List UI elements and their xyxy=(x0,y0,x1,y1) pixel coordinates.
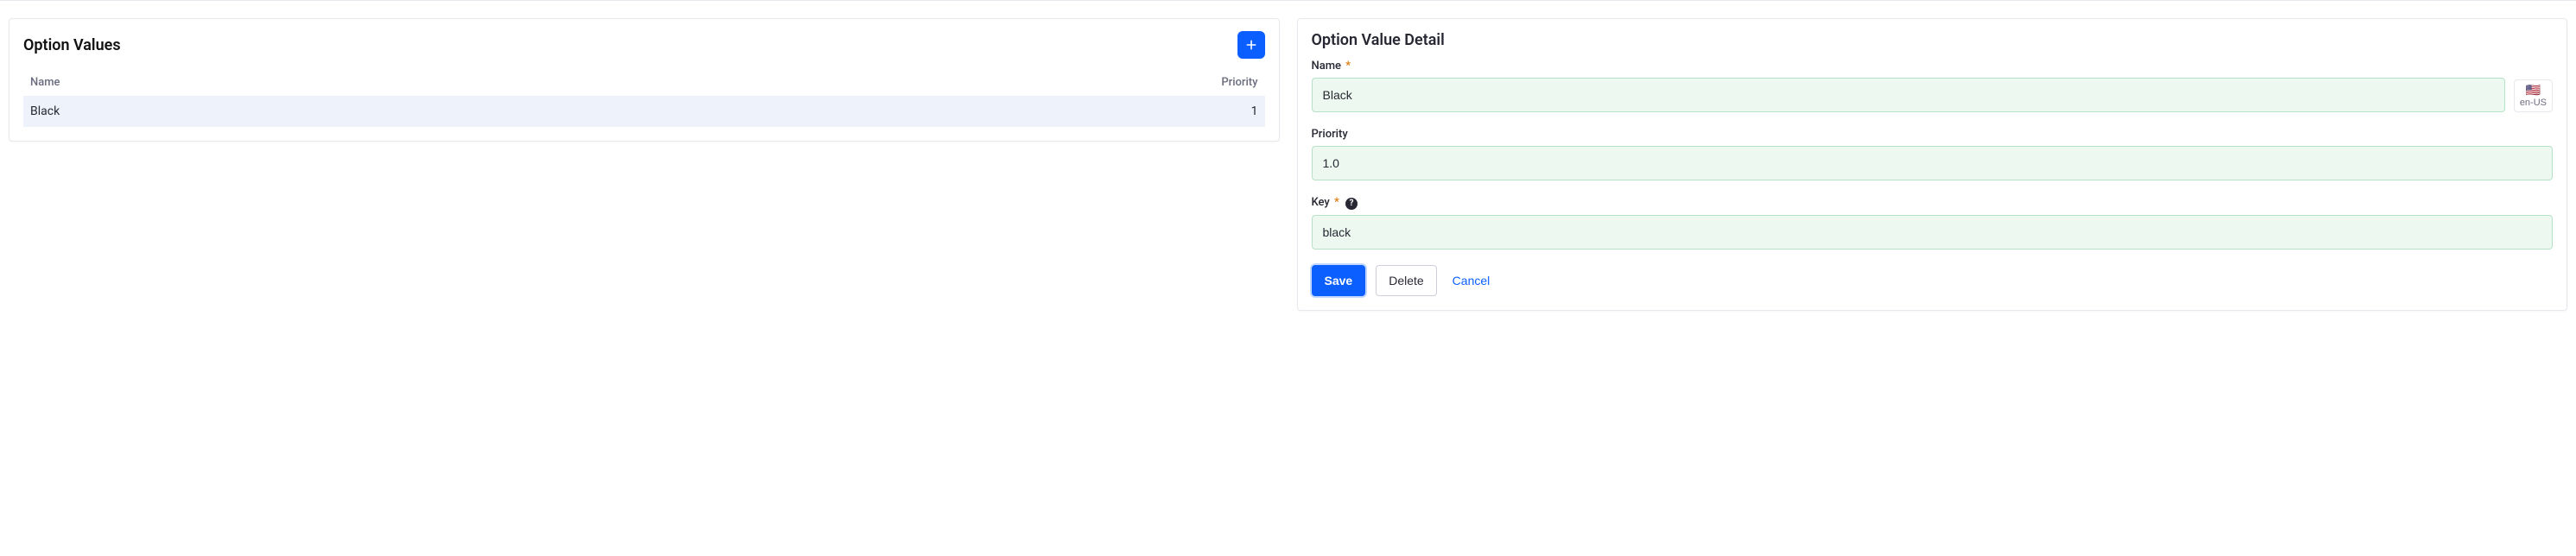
option-values-title: Option Values xyxy=(23,36,121,54)
page: Option Values Name Priority Black 1 xyxy=(0,0,2576,319)
label-priority: Priority xyxy=(1312,128,2554,141)
cell-name: Black xyxy=(23,96,1187,127)
priority-input[interactable] xyxy=(1312,146,2554,180)
option-values-table: Name Priority Black 1 xyxy=(23,69,1265,127)
detail-actions: Save Delete Cancel xyxy=(1312,265,2554,296)
detail-title: Option Value Detail xyxy=(1312,31,2554,49)
field-name: Name * 🇺🇸 en-US xyxy=(1312,60,2554,112)
help-icon[interactable]: ? xyxy=(1345,198,1358,210)
detail-form: Name * 🇺🇸 en-US Priority xyxy=(1298,53,2567,310)
label-key: Key * ? xyxy=(1312,196,2554,210)
option-values-panel: Option Values Name Priority Black 1 xyxy=(9,18,1280,142)
cell-priority: 1 xyxy=(1187,96,1265,127)
required-marker: * xyxy=(1334,196,1339,209)
cancel-button[interactable]: Cancel xyxy=(1447,265,1496,296)
plus-icon xyxy=(1244,38,1258,52)
col-name: Name xyxy=(23,69,1187,96)
add-option-value-button[interactable] xyxy=(1237,31,1265,59)
key-input[interactable] xyxy=(1312,215,2554,250)
save-button[interactable]: Save xyxy=(1312,265,1366,296)
option-value-detail-panel: Option Value Detail Name * 🇺🇸 en-US xyxy=(1297,18,2568,311)
label-key-text: Key xyxy=(1312,196,1330,209)
required-marker: * xyxy=(1345,60,1351,73)
locale-code: en-US xyxy=(2520,98,2547,108)
delete-button[interactable]: Delete xyxy=(1376,265,1436,296)
name-input[interactable] xyxy=(1312,78,2505,112)
label-name: Name * xyxy=(1312,60,2505,73)
label-name-text: Name xyxy=(1312,60,1342,73)
locale-picker[interactable]: 🇺🇸 en-US xyxy=(2514,79,2553,112)
col-priority: Priority xyxy=(1187,69,1265,96)
table-row[interactable]: Black 1 xyxy=(23,96,1265,127)
option-values-header: Option Values xyxy=(9,19,1279,69)
detail-header: Option Value Detail xyxy=(1298,19,2567,53)
field-priority: Priority xyxy=(1312,128,2554,180)
flag-icon: 🇺🇸 xyxy=(2526,84,2541,96)
field-key: Key * ? xyxy=(1312,196,2554,250)
